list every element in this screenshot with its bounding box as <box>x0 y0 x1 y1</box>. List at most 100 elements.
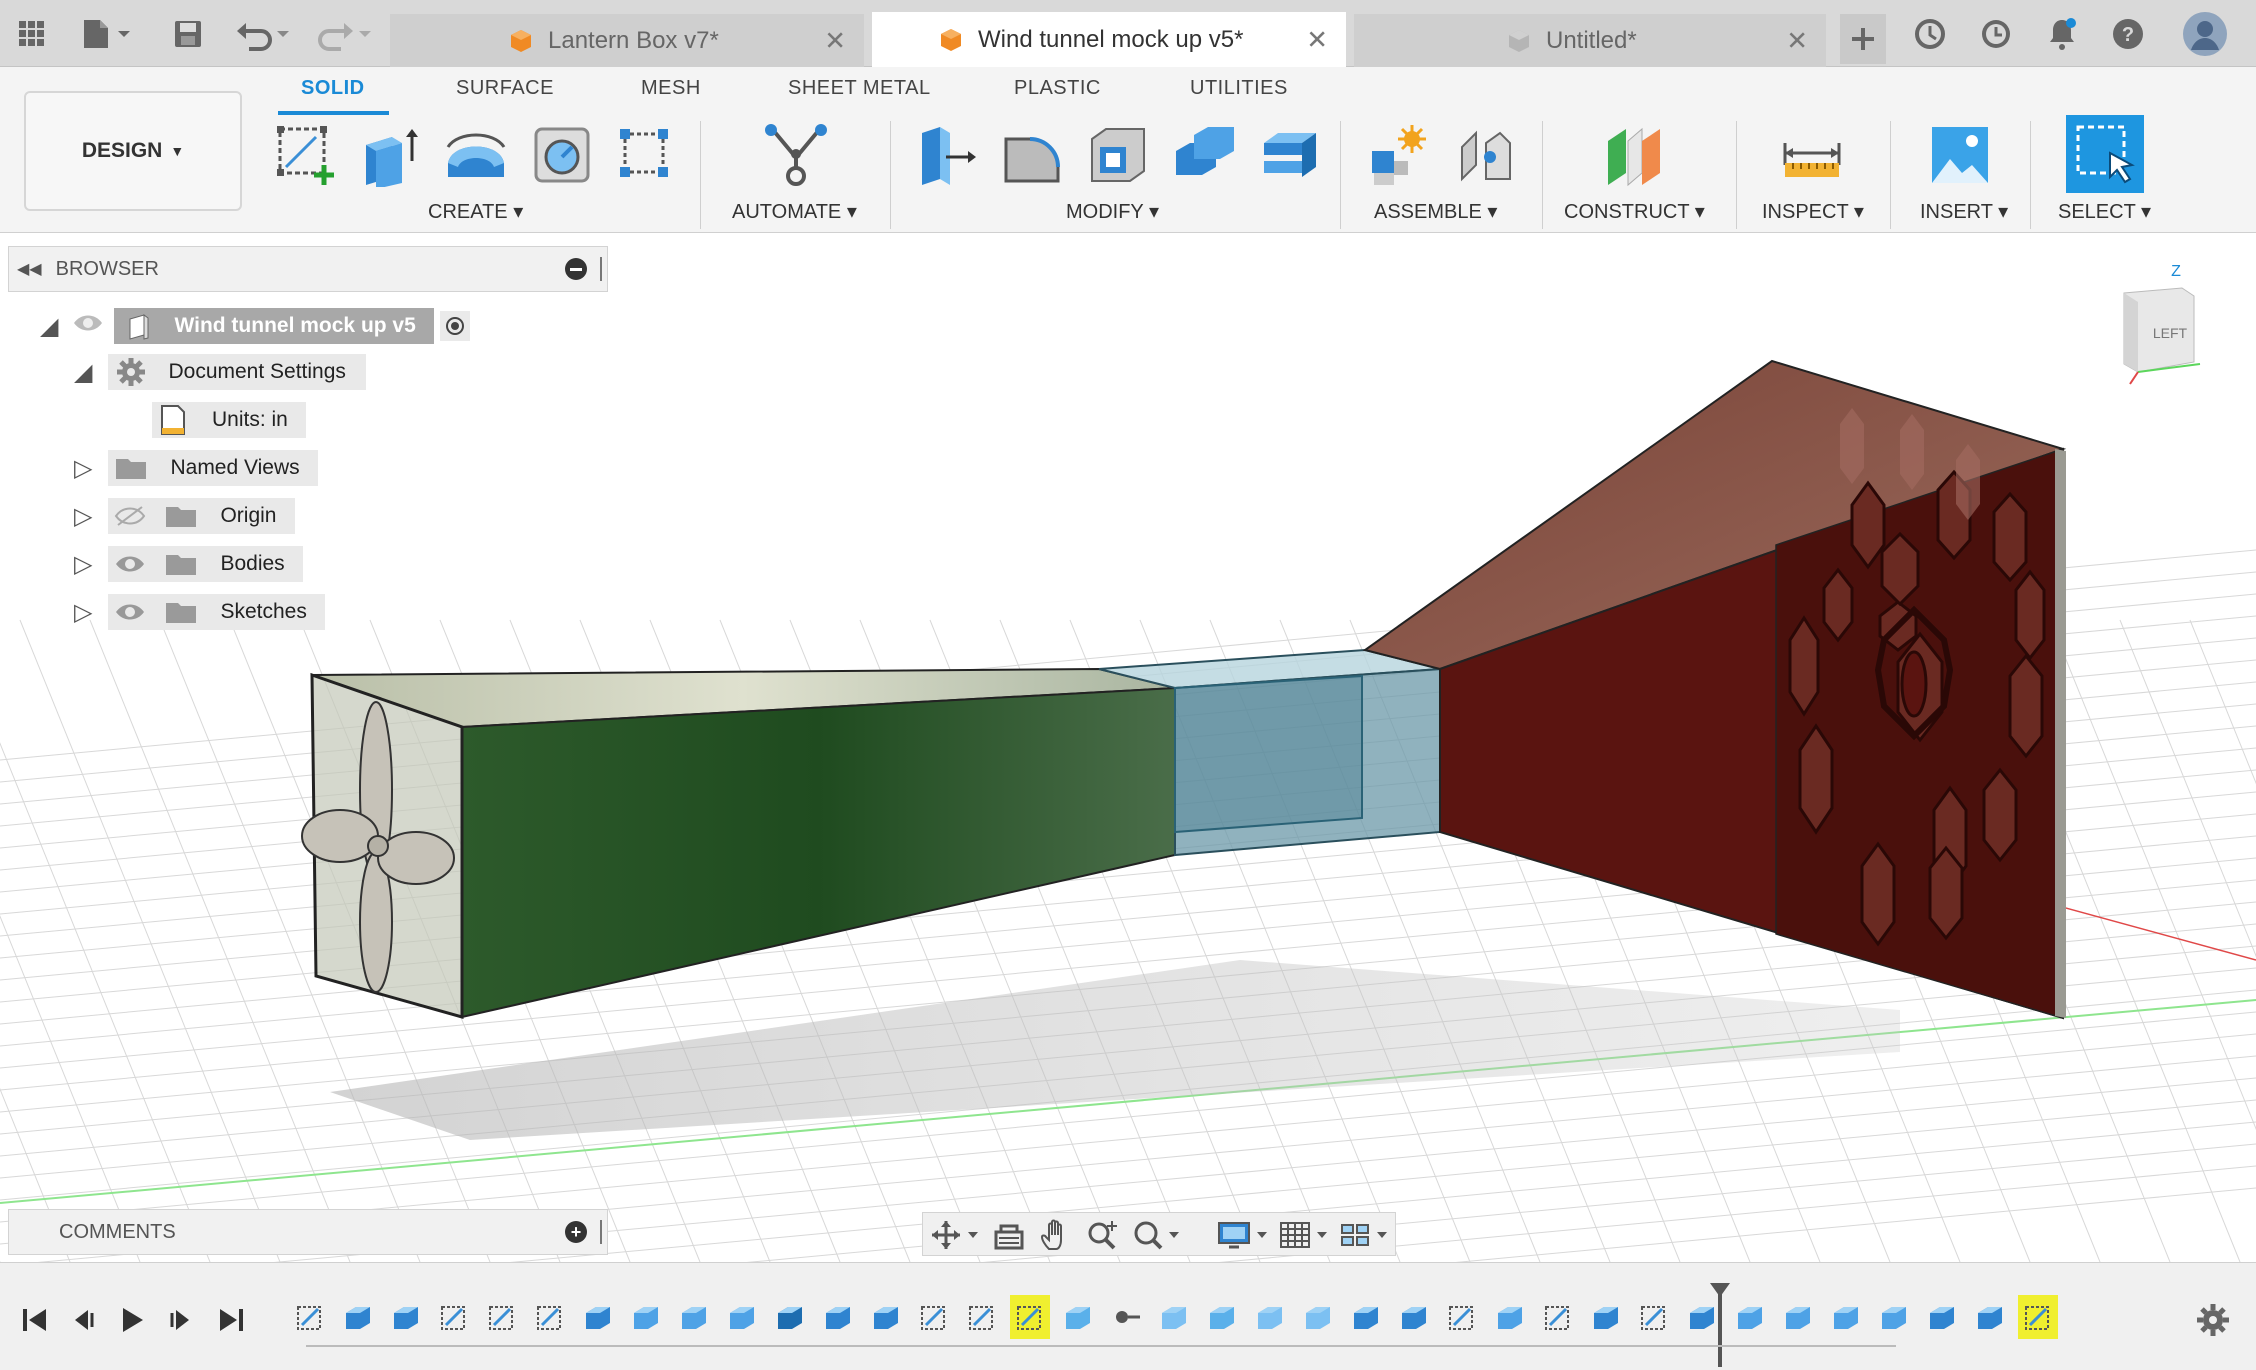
combine-icon[interactable] <box>1168 119 1240 191</box>
timeline-extrude-icon[interactable] <box>1682 1295 1722 1339</box>
timeline-sketch-icon[interactable] <box>962 1295 1002 1339</box>
timeline-extrude-icon[interactable] <box>1346 1295 1386 1339</box>
select-icon[interactable] <box>2066 115 2144 193</box>
timeline-offset-icon[interactable] <box>722 1295 762 1339</box>
timeline-joint-icon[interactable] <box>1106 1295 1146 1339</box>
construct-group-label[interactable]: CONSTRUCT ▾ <box>1564 199 1705 224</box>
add-comment-icon[interactable]: + <box>565 1221 587 1243</box>
step-forward-icon[interactable] <box>164 1303 198 1337</box>
expand-triangle-icon[interactable]: ▷ <box>74 598 92 627</box>
tab-untitled[interactable]: Untitled* ✕ <box>1354 14 1826 67</box>
tree-item-units[interactable]: Units: in <box>152 402 306 438</box>
tab-sheet-metal[interactable]: SHEET METAL <box>788 77 931 100</box>
redo-icon[interactable] <box>312 12 374 56</box>
timeline-sketch-icon[interactable] <box>1538 1295 1578 1339</box>
pan-icon[interactable] <box>1035 1219 1075 1251</box>
create-group-label[interactable]: CREATE ▾ <box>428 199 523 224</box>
zoom-icon[interactable] <box>1083 1219 1123 1251</box>
step-back-icon[interactable] <box>66 1303 100 1337</box>
panel-grip[interactable] <box>600 1220 603 1244</box>
automate-icon[interactable] <box>760 119 832 191</box>
new-tab-icon[interactable] <box>1840 14 1886 64</box>
tree-item-document-settings[interactable]: ◢ Document Settings <box>74 354 366 390</box>
assemble-group-label[interactable]: ASSEMBLE ▾ <box>1374 199 1497 224</box>
press-pull-icon[interactable] <box>908 119 980 191</box>
timeline-marker[interactable] <box>1718 1289 1722 1367</box>
help-icon[interactable]: ? <box>2106 12 2150 56</box>
look-at-icon[interactable] <box>989 1219 1029 1251</box>
workspace-switcher[interactable]: DESIGN ▼ <box>24 91 242 211</box>
collapse-triangle-icon[interactable]: ◢ <box>40 312 58 341</box>
timeline-extrude-icon[interactable] <box>578 1295 618 1339</box>
extrude-icon[interactable] <box>354 119 426 191</box>
timeline-extrude-icon[interactable] <box>386 1295 426 1339</box>
tab-lantern-box[interactable]: Lantern Box v7* ✕ <box>390 14 864 67</box>
timeline-loft-icon[interactable] <box>1058 1295 1098 1339</box>
timeline-shell-icon[interactable] <box>1154 1295 1194 1339</box>
notification-icon[interactable] <box>2040 12 2084 56</box>
panel-grip[interactable] <box>600 257 603 281</box>
tree-item-bodies[interactable]: ▷ Bodies <box>74 546 303 582</box>
undo-icon[interactable] <box>234 12 296 56</box>
fit-icon[interactable] <box>1129 1219 1185 1251</box>
job-status-icon[interactable] <box>1908 12 1952 56</box>
visibility-eye-icon[interactable] <box>72 313 104 339</box>
timeline-offset-icon[interactable] <box>626 1295 666 1339</box>
insert-group-label[interactable]: INSERT ▾ <box>1920 199 2008 224</box>
collapse-icon[interactable] <box>565 258 587 280</box>
collapse-triangle-icon[interactable]: ◢ <box>74 358 92 387</box>
timeline-extrude-icon[interactable] <box>818 1295 858 1339</box>
go-to-end-icon[interactable] <box>214 1303 248 1337</box>
tree-root[interactable]: ◢ Wind tunnel mock up v5 <box>40 308 470 344</box>
save-icon[interactable] <box>168 12 208 56</box>
close-icon[interactable]: ✕ <box>1306 25 1328 56</box>
viewports-icon[interactable] <box>1335 1219 1395 1251</box>
tab-plastic[interactable]: PLASTIC <box>1014 77 1101 100</box>
revolve-icon[interactable] <box>440 119 512 191</box>
tree-item-named-views[interactable]: ▷ Named Views <box>74 450 318 486</box>
play-icon[interactable] <box>114 1303 148 1337</box>
tab-surface[interactable]: SURFACE <box>456 77 554 100</box>
timeline-offset-icon[interactable] <box>1730 1295 1770 1339</box>
profile-avatar[interactable] <box>2180 12 2230 56</box>
timeline-shell-icon[interactable] <box>1298 1295 1338 1339</box>
collapse-panel-icon[interactable]: ◀◀ <box>17 259 42 279</box>
timeline-offset-icon[interactable] <box>1778 1295 1818 1339</box>
view-cube[interactable]: LEFT Z <box>2123 263 2201 385</box>
hidden-eye-icon[interactable] <box>114 505 146 527</box>
tree-item-sketches[interactable]: ▷ Sketches <box>74 594 325 630</box>
comments-panel-header[interactable]: COMMENTS + <box>8 1209 608 1255</box>
expand-triangle-icon[interactable]: ▷ <box>74 550 92 579</box>
insert-image-icon[interactable] <box>1924 119 1996 191</box>
timeline-extrude-icon[interactable] <box>866 1295 906 1339</box>
offset-face-icon[interactable] <box>1254 119 1326 191</box>
modify-group-label[interactable]: MODIFY ▾ <box>1066 199 1159 224</box>
create-sketch-icon[interactable] <box>270 119 342 191</box>
apps-grid-icon[interactable] <box>14 12 50 56</box>
visibility-eye-icon[interactable] <box>114 554 146 574</box>
clock-icon[interactable] <box>1974 12 2018 56</box>
offset-plane-icon[interactable] <box>1598 119 1670 191</box>
pattern-icon[interactable] <box>610 119 682 191</box>
select-group-label[interactable]: SELECT ▾ <box>2058 199 2151 224</box>
activate-radio-icon[interactable] <box>439 311 470 341</box>
timeline-sketch-icon[interactable] <box>1010 1295 1050 1339</box>
timeline-sketch-icon[interactable] <box>290 1295 330 1339</box>
tab-wind-tunnel[interactable]: Wind tunnel mock up v5* ✕ <box>872 12 1346 68</box>
tab-utilities[interactable]: UTILITIES <box>1190 77 1288 100</box>
close-icon[interactable]: ✕ <box>1786 25 1808 56</box>
fillet-icon[interactable] <box>996 119 1068 191</box>
timeline-settings-gear-icon[interactable] <box>2196 1303 2230 1337</box>
timeline-extrude-icon[interactable] <box>1586 1295 1626 1339</box>
expand-triangle-icon[interactable]: ▷ <box>74 454 92 483</box>
tree-item-origin[interactable]: ▷ Origin <box>74 498 295 534</box>
timeline-loft-icon[interactable] <box>1202 1295 1242 1339</box>
timeline-sketch-icon[interactable] <box>2018 1295 2058 1339</box>
timeline-offset-icon[interactable] <box>1490 1295 1530 1339</box>
timeline-sketch-icon[interactable] <box>530 1295 570 1339</box>
browser-panel-header[interactable]: ◀◀ BROWSER <box>8 246 608 292</box>
file-menu-icon[interactable] <box>76 12 136 56</box>
display-settings-icon[interactable] <box>1213 1219 1273 1251</box>
shell-icon[interactable] <box>1082 119 1154 191</box>
tab-solid[interactable]: SOLID <box>301 77 365 100</box>
